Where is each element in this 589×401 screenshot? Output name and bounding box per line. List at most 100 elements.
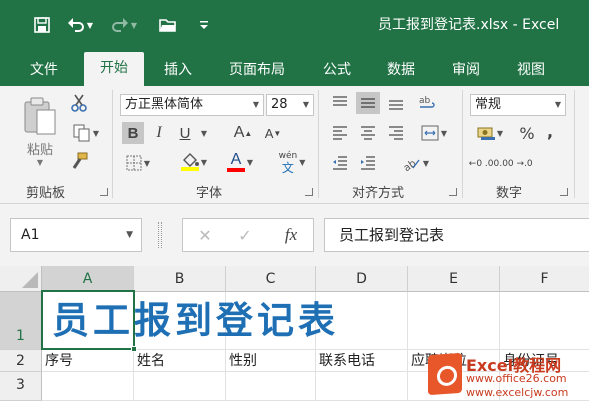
separator [574,90,575,198]
cell-a2[interactable]: 序号 [42,350,134,372]
cell-b3[interactable] [134,372,226,401]
number-group-label: 数字 [496,186,523,201]
name-box[interactable]: A1 ▼ [10,218,142,252]
align-bottom-icon[interactable] [384,92,408,114]
underline-dropdown-icon[interactable]: ▼ [196,122,212,144]
customize-icon[interactable] [196,14,212,36]
separator [462,90,463,198]
merge-center-icon[interactable]: ▼ [414,122,454,144]
decrease-indent-icon[interactable] [328,152,352,174]
cell-c2[interactable]: 性别 [226,350,316,372]
accounting-format-icon[interactable]: ▼ [470,122,510,144]
column-header-d[interactable]: D [316,266,408,292]
font-launcher-icon[interactable] [305,188,313,196]
row-header-3[interactable]: 3 [0,372,42,401]
format-painter-icon[interactable] [66,150,92,172]
wrap-text-icon[interactable]: ab [414,92,440,114]
align-center-icon[interactable] [356,122,380,144]
font-group-label: 字体 [196,186,223,201]
highlight-color-swatch [180,167,199,171]
phonetic-button[interactable]: wén 文 ▼ [272,148,312,176]
cell-c3[interactable] [226,372,316,401]
align-top-icon[interactable] [328,92,352,114]
column-header-f[interactable]: F [500,266,589,292]
clipboard-launcher-icon[interactable] [100,188,108,196]
redo-icon[interactable]: ▼ [110,14,138,36]
tab-insert[interactable]: 插入 [150,56,206,86]
svg-text:ab: ab [419,96,431,106]
fill-handle[interactable] [131,346,137,352]
chevron-down-icon: ▼ [554,100,561,109]
save-icon[interactable] [30,14,54,36]
tab-review[interactable]: 审阅 [440,56,492,86]
watermark-url-1: www.office26.com [466,372,567,385]
row-header-2[interactable]: 2 [0,350,42,372]
splitter-handle[interactable] [158,222,162,248]
column-header-b[interactable]: B [134,266,226,292]
comma-button[interactable]: , [542,120,558,142]
borders-button[interactable]: ▼ [120,152,156,174]
cell-a3[interactable] [42,372,134,401]
underline-button[interactable]: U [174,122,196,144]
formula-buttons: ✕ ✓ fx [182,218,314,252]
italic-button[interactable]: I [148,122,170,144]
tab-page-layout[interactable]: 页面布局 [218,56,296,86]
font-color-glyph: A [230,151,242,168]
cut-icon[interactable] [66,92,92,114]
number-launcher-icon[interactable] [560,188,568,196]
select-all-button[interactable] [0,266,42,292]
align-left-icon[interactable] [328,122,352,144]
chevron-down-icon: ▼ [126,230,133,240]
number-format-select[interactable]: 常规 ▼ [470,94,566,116]
cancel-icon[interactable]: ✕ [195,225,215,245]
cell-b2[interactable]: 姓名 [134,350,226,372]
office-logo-icon [428,352,462,396]
align-middle-icon[interactable] [356,92,380,114]
insert-function-button[interactable]: fx [279,224,303,246]
grow-font-label: A [233,124,245,141]
chevron-down-icon: ▼ [302,100,309,109]
tab-formulas[interactable]: 公式 [312,56,362,86]
increase-indent-icon[interactable] [356,152,380,174]
title-bar: ▼ ▼ 员工报到登记表.xlsx - Excel [0,0,589,50]
open-icon[interactable] [156,14,180,36]
ribbon: 粘贴 ▼ ▼ 剪贴板 方正黑体简体 ▼ 28 ▼ B I U ▼ A ▲ A ▼ ▼… [0,86,589,204]
paste-dropdown-icon[interactable]: ▼ [32,156,48,168]
paste-label[interactable]: 粘贴 [20,138,60,158]
separator [318,90,319,198]
cell-d2[interactable]: 联系电话 [316,350,408,372]
column-header-e[interactable]: E [408,266,500,292]
column-header-c[interactable]: C [226,266,316,292]
decrease-decimal-button[interactable]: .00 →.0 [499,150,533,178]
shrink-font-button[interactable]: A ▼ [262,122,284,144]
grow-font-button[interactable]: A ▲ [232,122,254,144]
font-size-select[interactable]: 28 ▼ [266,94,314,116]
name-box-value: A1 [21,227,40,243]
cell-d3[interactable] [316,372,408,401]
column-header-a[interactable]: A [42,266,134,292]
align-right-icon[interactable] [384,122,408,144]
tab-view[interactable]: 视图 [505,56,557,86]
tab-file[interactable]: 文件 [14,56,74,86]
font-name-select[interactable]: 方正黑体简体 ▼ [120,94,264,116]
font-name-value: 方正黑体简体 [125,97,204,112]
paste-button[interactable] [20,94,60,138]
decrease-decimal-label: .00 →.0 [499,159,533,169]
font-color-button[interactable]: A ▼ [220,148,260,176]
undo-icon[interactable]: ▼ [66,14,94,36]
row-header-1[interactable]: 1 [0,292,42,350]
active-cell-border [41,290,135,350]
select-all-triangle-icon [22,272,38,288]
fill-color-button[interactable]: ▼ [174,148,214,176]
enter-icon[interactable]: ✓ [235,225,255,245]
increase-decimal-button[interactable]: ←0 .00 [469,150,499,178]
tab-data[interactable]: 数据 [375,56,427,86]
copy-icon[interactable]: ▼ [66,122,106,144]
bold-button[interactable]: B [122,122,144,144]
orientation-icon[interactable]: ab ▼ [396,152,436,174]
alignment-launcher-icon[interactable] [449,188,457,196]
tab-home[interactable]: 开始 [84,52,144,86]
percent-button[interactable]: % [516,122,538,144]
formula-input[interactable]: 员工报到登记表 [324,218,589,252]
window-title: 员工报到登记表.xlsx - Excel [378,17,560,33]
